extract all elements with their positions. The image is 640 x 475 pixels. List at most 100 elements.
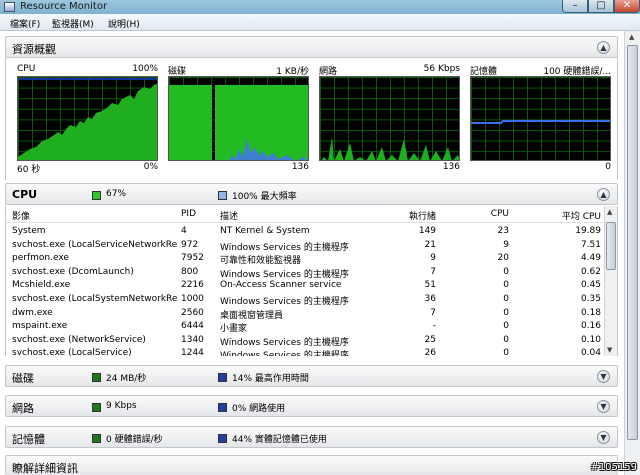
cpu-section-header[interactable]: CPU 67% 100% 最大頻率 ▲	[5, 183, 618, 205]
disk-active-time-stat: 14% 最高作用時間	[232, 374, 309, 384]
threads-cell: 36	[424, 294, 436, 304]
column-pid[interactable]: PID	[181, 209, 196, 219]
average-cpu-cell: 7.51	[580, 239, 601, 250]
menu-file[interactable]: 檔案(F)	[10, 17, 40, 30]
expand-icon[interactable]: ▼	[597, 400, 610, 413]
expand-icon[interactable]: ▼	[597, 370, 610, 383]
process-name-cell: svchost.exe (DcomLaunch)	[12, 266, 134, 277]
collapse-icon[interactable]: ▲	[597, 41, 610, 54]
network-section-title: 網路	[12, 402, 34, 415]
threads-cell: 21	[424, 239, 436, 250]
pid-cell: 1244	[181, 348, 204, 356]
column-description[interactable]: 描述	[220, 209, 390, 222]
threads-cell: 149	[418, 226, 436, 236]
close-button[interactable]: ✕	[614, 0, 640, 13]
window-title: Resource Monitor	[20, 1, 108, 12]
pid-cell: 2560	[181, 307, 204, 318]
disk-section-title: 磁碟	[12, 372, 34, 385]
column-image[interactable]: 影像	[12, 209, 177, 222]
column-cpu[interactable]: CPU	[491, 209, 509, 219]
cpu-graph-canvas	[17, 76, 158, 161]
cpu-cell: 0	[503, 294, 509, 304]
learn-more-header[interactable]: 瞭解詳細資訊	[5, 455, 618, 475]
title-bar: Resource Monitor – □ ✕	[0, 0, 640, 14]
scroll-thumb[interactable]	[606, 222, 616, 270]
minimize-button[interactable]: –	[562, 0, 588, 13]
description-cell: On-Access Scanner service	[220, 280, 342, 291]
pid-cell: 6444	[181, 321, 204, 332]
menu-monitor[interactable]: 監視器(M)	[52, 17, 94, 30]
process-name-cell: svchost.exe (LocalServiceNetworkRest...	[12, 239, 177, 250]
average-cpu-cell: 0.16	[580, 321, 601, 332]
maximize-button[interactable]: □	[588, 0, 614, 13]
network-graph: 網路 56 Kbps 136	[317, 64, 462, 176]
cpu-graph: CPU 100% 60 秒 0%	[15, 64, 160, 176]
process-name-cell: System	[12, 226, 46, 236]
expand-icon[interactable]: ▼	[597, 431, 610, 444]
column-average-cpu[interactable]: 平均 CPU	[562, 209, 601, 222]
collapse-icon[interactable]: ▲	[597, 188, 610, 201]
column-threads[interactable]: 執行緒	[409, 209, 436, 222]
table-row[interactable]: svchost.exe (NetworkService) 1340 Windows …	[6, 335, 606, 349]
table-scrollbar[interactable]: ▲ ▼	[604, 206, 617, 356]
overview-graphs: CPU 100% 60 秒 0% 磁碟 1 KB/秒 136 網路 56 Kbp…	[5, 58, 618, 180]
network-graph-scale: 56 Kbps	[423, 64, 460, 74]
memory-section-header[interactable]: 記憶體 0 硬體錯誤/秒 44% 實體記憶體已使用 ▼	[5, 426, 618, 448]
table-row[interactable]: mspaint.exe 6444 小畫家 - 0 0.16	[6, 321, 606, 335]
pid-cell: 4	[181, 226, 187, 236]
learn-more-link[interactable]: 瞭解詳細資訊	[12, 460, 78, 475]
threads-cell: 51	[424, 280, 436, 291]
threads-cell: -	[432, 321, 436, 332]
table-row[interactable]: System 4 NT Kernel & System 149 23 19.89	[6, 226, 606, 240]
table-header: 影像 PID 描述 執行緒 CPU 平均 CPU	[6, 206, 606, 223]
scroll-thumb[interactable]	[627, 45, 638, 440]
process-name-cell: Mcshield.exe	[12, 280, 71, 291]
description-cell: 桌面視窗管理員	[220, 310, 284, 321]
table-row[interactable]: svchost.exe (LocalServiceNetworkRest... 9…	[6, 240, 606, 254]
description-cell: Windows Services 的主機程序	[220, 242, 349, 253]
table-row[interactable]: svchost.exe (LocalService) 1244 Windows Se…	[6, 348, 606, 356]
overview-header[interactable]: 資源概觀 ▲	[5, 36, 618, 58]
threads-cell: 9	[430, 253, 436, 264]
table-row[interactable]: Mcshield.exe 2216 On-Access Scanner servic…	[6, 280, 606, 294]
cpu-frequency-swatch	[218, 191, 227, 200]
threads-cell: 25	[424, 334, 436, 345]
resource-monitor-icon	[4, 2, 15, 12]
scroll-up-icon[interactable]: ▲	[607, 208, 612, 216]
disk-section-header[interactable]: 磁碟 24 MB/秒 14% 最高作用時間 ▼	[5, 365, 618, 387]
cpu-cell: 0	[503, 280, 509, 291]
table-row[interactable]: perfmon.exe 7952 可靠性和效能監視器 9 20 4.49	[6, 253, 606, 267]
cpu-graph-scale: 100%	[132, 64, 158, 74]
disk-throughput-swatch	[92, 373, 101, 382]
cpu-cell: 0	[503, 348, 509, 356]
cpu-cell: 20	[497, 253, 509, 264]
table-row[interactable]: svchost.exe (LocalSystemNetworkRest... 10…	[6, 294, 606, 308]
window-scrollbar[interactable]: ▲ ▼	[624, 31, 640, 475]
cpu-cell: 0	[503, 266, 509, 277]
network-graph-canvas	[319, 76, 460, 161]
memory-graph-canvas	[470, 76, 611, 161]
watermark-text: #105159	[590, 462, 637, 473]
description-cell: Windows Services 的主機程序	[220, 348, 390, 356]
network-usage-stat: 0% 網路使用	[232, 404, 286, 414]
cpu-cell: 0	[503, 307, 509, 318]
scroll-up-icon[interactable]: ▲	[629, 33, 634, 41]
pid-cell: 1340	[181, 334, 204, 345]
threads-cell: 26	[424, 348, 436, 356]
table-row[interactable]: dwm.exe 2560 桌面視窗管理員 7 0 0.18	[6, 308, 606, 322]
network-section-header[interactable]: 網路 9 Kbps 0% 網路使用 ▼	[5, 395, 618, 417]
pid-cell: 7952	[181, 253, 204, 264]
cpu-usage-swatch	[92, 191, 101, 200]
average-cpu-cell: 0.45	[580, 280, 601, 291]
menu-help[interactable]: 說明(H)	[108, 17, 140, 30]
table-row[interactable]: svchost.exe (DcomLaunch) 800 Windows Servi…	[6, 267, 606, 281]
scroll-down-icon[interactable]: ▼	[607, 346, 612, 354]
process-name-cell: mspaint.exe	[12, 321, 68, 332]
process-name-cell: perfmon.exe	[12, 253, 69, 264]
process-name-cell: svchost.exe (LocalSystemNetworkRest...	[12, 294, 177, 304]
average-cpu-cell: 19.89	[575, 226, 601, 236]
memory-section-title: 記憶體	[12, 433, 45, 446]
cpu-graph-timespan: 60 秒	[17, 165, 41, 175]
process-name-cell: dwm.exe	[12, 307, 53, 318]
pid-cell: 972	[181, 239, 199, 250]
